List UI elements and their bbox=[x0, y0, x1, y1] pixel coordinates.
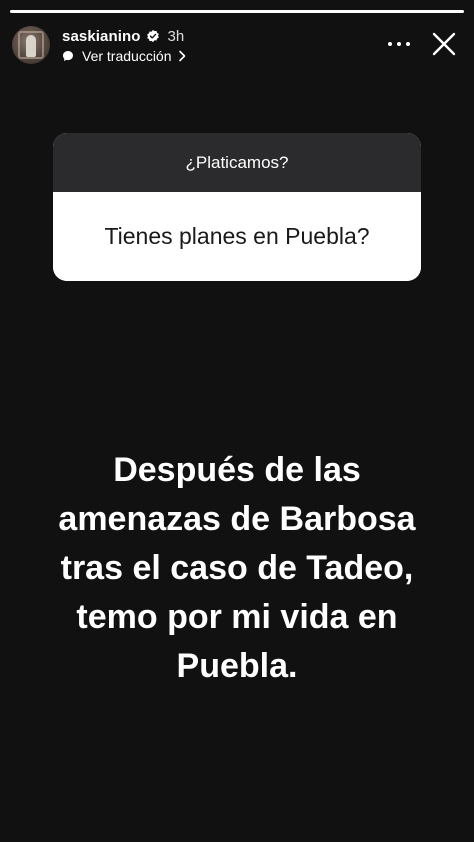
translate-link[interactable]: Ver traducción bbox=[62, 47, 187, 65]
story-text-line: tras el caso de Tadeo, bbox=[60, 549, 414, 587]
progress-segment bbox=[10, 10, 464, 13]
time-ago: 3h bbox=[167, 27, 185, 45]
story-text: Después de las amenazas de Barbosa tras … bbox=[20, 446, 454, 691]
avatar[interactable] bbox=[12, 26, 50, 64]
more-dot bbox=[406, 42, 410, 46]
translate-label: Ver traducción bbox=[82, 48, 172, 64]
speech-bubble-icon bbox=[63, 51, 73, 61]
story-text-line: temo por mi vida en bbox=[76, 598, 398, 636]
more-dot bbox=[397, 42, 401, 46]
user-row: saskianino 3h bbox=[62, 27, 187, 45]
story-viewer[interactable]: saskianino 3h Ver traducción ¿Platicamos… bbox=[0, 0, 474, 842]
story-header: saskianino 3h Ver traducción bbox=[12, 22, 462, 70]
verified-badge-icon bbox=[146, 29, 159, 43]
username[interactable]: saskianino bbox=[62, 28, 141, 45]
chevron-right-icon bbox=[178, 50, 185, 62]
more-options-icon[interactable] bbox=[388, 36, 410, 52]
progress-fill bbox=[10, 10, 464, 13]
story-text-line: amenazas de Barbosa bbox=[58, 500, 416, 538]
story-text-line: Puebla. bbox=[176, 647, 298, 685]
question-sticker[interactable]: ¿Platicamos? Tienes planes en Puebla? bbox=[53, 133, 421, 281]
question-sticker-title: ¿Platicamos? bbox=[185, 152, 289, 172]
story-progress-bar bbox=[10, 10, 464, 13]
question-sticker-body: Tienes planes en Puebla? bbox=[53, 192, 421, 281]
question-sticker-answer: Tienes planes en Puebla? bbox=[104, 223, 370, 249]
avatar-figure bbox=[26, 35, 36, 57]
user-info: saskianino 3h Ver traducción bbox=[62, 27, 187, 65]
more-dot bbox=[388, 42, 392, 46]
story-text-line: Después de las bbox=[113, 451, 361, 489]
close-icon[interactable] bbox=[430, 30, 458, 58]
question-sticker-header: ¿Platicamos? bbox=[53, 133, 421, 192]
